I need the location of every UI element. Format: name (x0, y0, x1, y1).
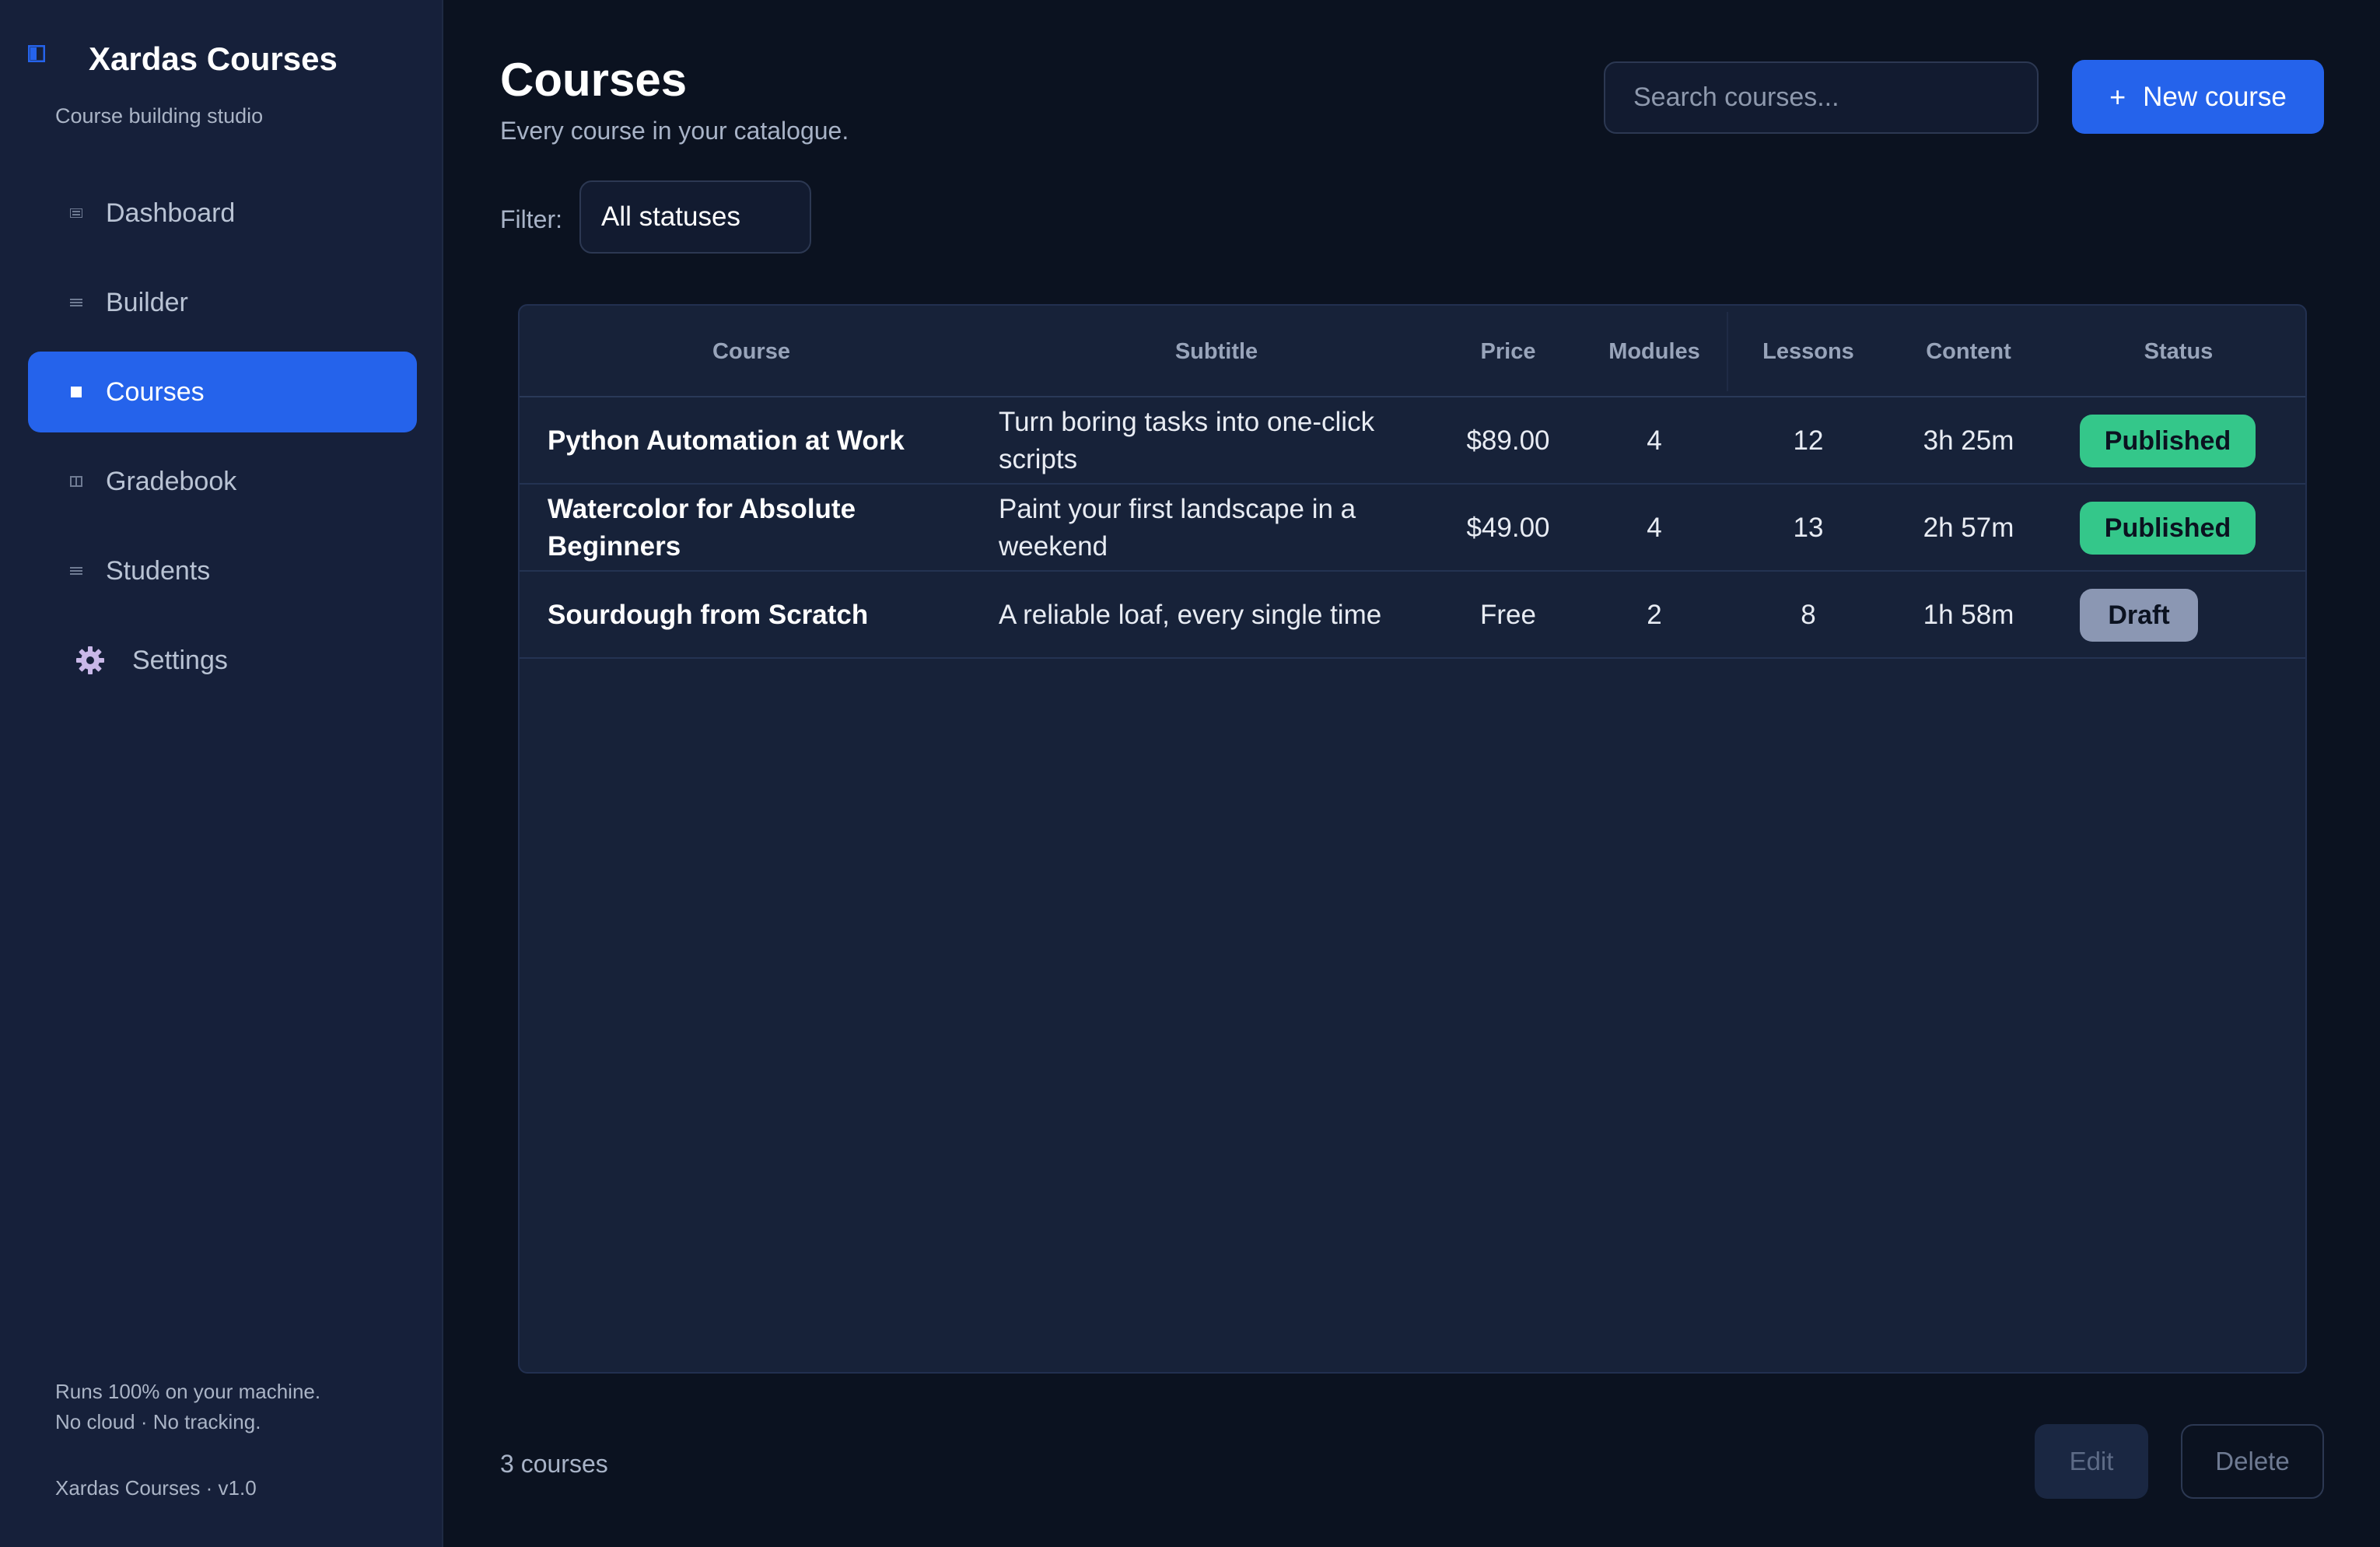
table-header: Course Subtitle Price Modules Lessons Co… (520, 306, 2305, 397)
gradebook-icon (70, 475, 82, 488)
page-subtitle: Every course in your catalogue. (500, 117, 849, 145)
status-badge: Published (2080, 415, 2256, 467)
column-header-price[interactable]: Price (1434, 306, 1582, 397)
sidebar-note-line: Runs 100% on your machine. (55, 1380, 321, 1403)
courses-table: Course Subtitle Price Modules Lessons Co… (518, 304, 2307, 1374)
status-cell: Published (2080, 397, 2305, 485)
search-input[interactable]: Search courses... (1604, 61, 2039, 134)
sidebar-item-courses[interactable]: Courses (28, 352, 417, 432)
courses-icon (70, 386, 82, 398)
edit-button[interactable]: Edit (2035, 1424, 2148, 1499)
builder-icon (70, 296, 82, 309)
table-row[interactable]: Watercolor for Absolute Beginners Paint … (520, 485, 2305, 572)
status-cell: Published (2080, 485, 2305, 572)
column-header-subtitle[interactable]: Subtitle (999, 306, 1434, 397)
sidebar-note: Runs 100% on your machine. No cloud · No… (55, 1377, 320, 1437)
course-content: 1h 58m (1923, 600, 2014, 630)
sidebar-item-label: Builder (106, 287, 188, 317)
column-header-modules[interactable]: Modules (1582, 306, 1727, 397)
course-lessons: 13 (1793, 513, 1824, 543)
status-badge: Draft (2080, 589, 2198, 642)
table-row[interactable]: Sourdough from Scratch A reliable loaf, … (520, 572, 2305, 659)
sidebar-item-label: Courses (106, 376, 205, 407)
status-filter-select[interactable]: All statuses (579, 180, 811, 254)
sidebar-item-gradebook[interactable]: Gradebook (28, 441, 417, 522)
sidebar-nav: Dashboard Builder Courses Gradebook Stud… (28, 173, 417, 709)
sidebar-item-students[interactable]: Students (28, 530, 417, 611)
course-count: 3 courses (500, 1450, 608, 1478)
sidebar-item-dashboard[interactable]: Dashboard (28, 173, 417, 254)
new-course-label: New course (2143, 81, 2287, 112)
gear-icon (75, 645, 106, 676)
students-icon (70, 565, 82, 577)
search-placeholder: Search courses... (1633, 82, 1839, 112)
course-lessons: 8 (1801, 600, 1816, 630)
sidebar-item-label: Dashboard (106, 198, 236, 228)
sidebar-item-label: Gradebook (106, 466, 237, 496)
table-row[interactable]: Python Automation at Work Turn boring ta… (520, 397, 2305, 485)
sidebar: Xardas Courses Course building studio Da… (0, 0, 443, 1547)
app-subtitle: Course building studio (55, 104, 264, 128)
sidebar-note-line: No cloud · No tracking. (55, 1410, 261, 1433)
course-subtitle: Turn boring tasks into one-click scripts (999, 407, 1375, 474)
course-modules: 4 (1647, 425, 1662, 456)
brand (28, 45, 45, 62)
status-badge: Published (2080, 502, 2256, 555)
app-title: Xardas Courses (89, 40, 338, 77)
column-header-content[interactable]: Content (1888, 306, 2049, 397)
course-content: 3h 25m (1923, 425, 2014, 456)
course-price: Free (1480, 600, 1536, 630)
sidebar-item-settings[interactable]: Settings (28, 620, 417, 701)
column-header-course[interactable]: Course (520, 306, 983, 397)
page-title: Courses (500, 54, 688, 106)
plus-icon: + (2109, 80, 2126, 113)
course-subtitle: A reliable loaf, every single time (999, 600, 1382, 630)
column-header-lessons[interactable]: Lessons (1728, 306, 1888, 397)
column-header-status[interactable]: Status (2049, 306, 2308, 397)
dashboard-icon (70, 207, 82, 219)
sidebar-item-builder[interactable]: Builder (28, 262, 417, 343)
logo-icon (28, 45, 45, 62)
course-price: $89.00 (1466, 425, 1550, 456)
course-modules: 4 (1647, 513, 1662, 543)
delete-button[interactable]: Delete (2181, 1424, 2324, 1499)
new-course-button[interactable]: + New course (2072, 60, 2324, 134)
course-name: Python Automation at Work (548, 425, 905, 456)
course-name: Watercolor for Absolute Beginners (548, 494, 856, 562)
app-version: Xardas Courses · v1.0 (55, 1476, 257, 1500)
status-cell: Draft (2080, 572, 2305, 659)
course-name: Sourdough from Scratch (548, 600, 869, 630)
course-price: $49.00 (1466, 513, 1550, 543)
sidebar-item-label: Students (106, 555, 211, 586)
course-subtitle: Paint your first landscape in a weekend (999, 494, 1356, 562)
filter-label: Filter: (500, 205, 562, 233)
course-content: 2h 57m (1923, 513, 2014, 543)
sidebar-item-label: Settings (132, 645, 228, 675)
course-lessons: 12 (1793, 425, 1824, 456)
status-filter-value: All statuses (601, 201, 740, 232)
course-modules: 2 (1647, 600, 1662, 630)
